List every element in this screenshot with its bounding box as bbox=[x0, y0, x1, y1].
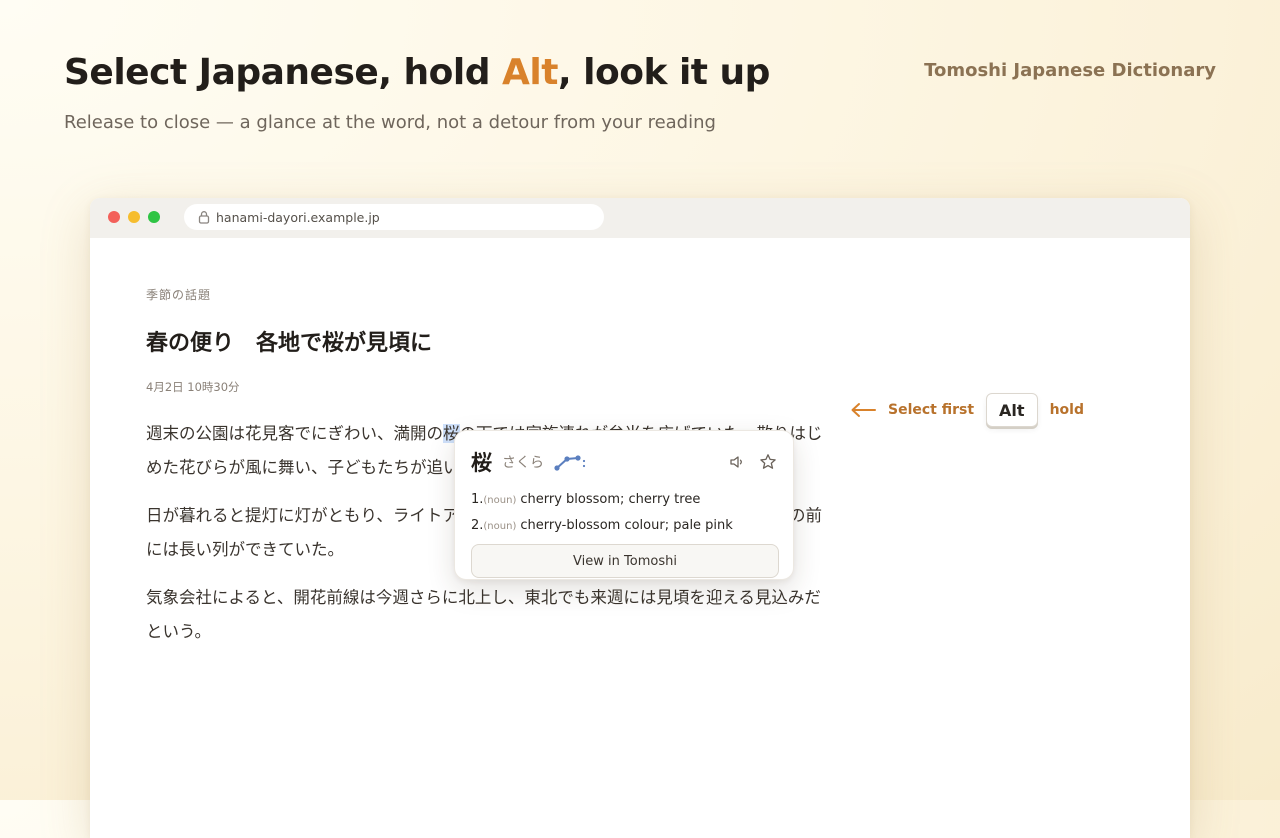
headword: 桜 bbox=[471, 451, 492, 475]
popup-header: 桜 さくら bbox=[471, 447, 588, 477]
close-window-button[interactable] bbox=[108, 211, 120, 223]
speaker-icon[interactable] bbox=[726, 451, 748, 473]
hero-subtitle: Release to close — a glance at the word,… bbox=[64, 112, 716, 133]
zoom-window-button[interactable] bbox=[148, 211, 160, 223]
headline-text-1: Select Japanese, hold bbox=[64, 52, 503, 93]
minimize-window-button[interactable] bbox=[128, 211, 140, 223]
headline-key-alt: Alt bbox=[502, 52, 558, 93]
arrow-left-icon bbox=[850, 402, 876, 418]
hint-hold: hold bbox=[1049, 402, 1084, 418]
lock-icon bbox=[198, 210, 210, 224]
popup-actions bbox=[726, 451, 779, 473]
article-paragraph-3: 気象会社によると、開花前線は今週さらに北上し、東北でも来週には見頃を迎える見込み… bbox=[146, 588, 821, 641]
star-icon[interactable] bbox=[757, 451, 779, 473]
address-bar[interactable]: hanami-dayori.example.jp bbox=[184, 204, 604, 230]
paragraph-text: 週末の公園は花見客でにぎわい、満開の bbox=[146, 424, 443, 443]
reading: さくら bbox=[502, 455, 544, 471]
pitch-accent-icon bbox=[554, 451, 588, 473]
usage-hint: Select first Alt hold bbox=[850, 392, 1084, 428]
browser-toolbar: hanami-dayori.example.jp bbox=[90, 198, 1190, 238]
hero-headline: Select Japanese, hold Alt, look it up bbox=[64, 52, 770, 93]
brand-name: Tomoshi Japanese Dictionary bbox=[924, 60, 1216, 81]
headline-text-2: , look it up bbox=[557, 52, 770, 93]
article-category: 季節の話題 bbox=[146, 288, 212, 302]
sense-item: 1. (noun) cherry blossom; cherry tree bbox=[471, 487, 781, 513]
gloss: cherry blossom; cherry tree bbox=[520, 492, 701, 507]
part-of-speech: (noun) bbox=[483, 521, 517, 532]
sense-list: 1. (noun) cherry blossom; cherry tree 2.… bbox=[471, 487, 781, 539]
view-in-tomoshi-button[interactable]: View in Tomoshi bbox=[471, 544, 779, 578]
alt-keycap: Alt bbox=[986, 393, 1038, 427]
article-title: 春の便り 各地で桜が見頃に bbox=[146, 331, 433, 356]
dictionary-popup: 桜 さくら 1. (noun) cherry blossom; cherry t… bbox=[454, 430, 794, 580]
hint-select-first: Select first bbox=[888, 402, 975, 418]
sense-number: 2. bbox=[471, 518, 484, 533]
article-date: 4月2日 10時30分 bbox=[146, 380, 240, 394]
part-of-speech: (noun) bbox=[483, 495, 517, 506]
sense-number: 1. bbox=[471, 492, 484, 507]
gloss: cherry-blossom colour; pale pink bbox=[520, 518, 733, 533]
sense-item: 2. (noun) cherry-blossom colour; pale pi… bbox=[471, 513, 781, 539]
url-text: hanami-dayori.example.jp bbox=[216, 209, 380, 225]
